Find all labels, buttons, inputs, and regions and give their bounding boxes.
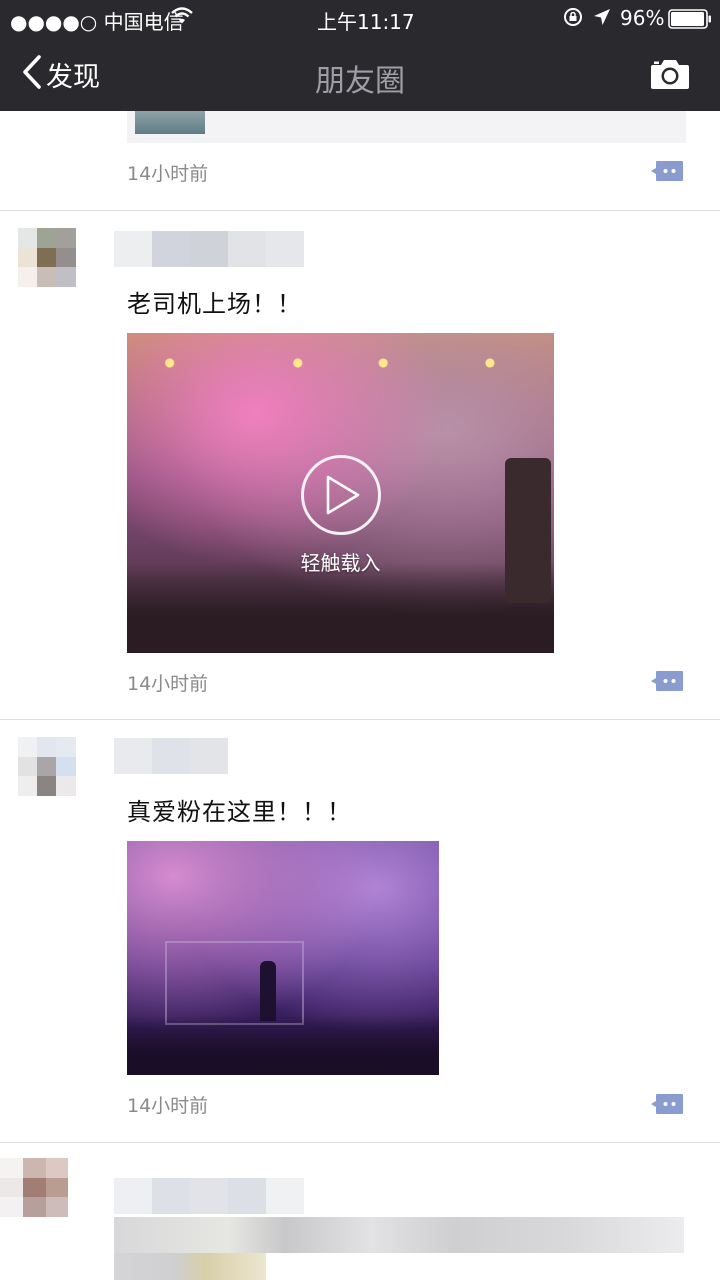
navigation-bar: 发现 朋友圈 bbox=[0, 36, 720, 111]
post-timestamp: 14小时前 bbox=[127, 1095, 209, 1117]
video-thumbnail[interactable]: 轻触载入 bbox=[127, 333, 554, 653]
rotation-lock-icon bbox=[563, 7, 583, 32]
status-bar: ●●●●○ 中国电信 上午11:17 96% bbox=[0, 0, 720, 36]
moment-post: 老司机上场！！ 轻触载入 14小时前 bbox=[0, 210, 720, 720]
avatar[interactable] bbox=[18, 228, 114, 326]
avatar[interactable] bbox=[18, 737, 114, 835]
tap-to-load-label: 轻触载入 bbox=[300, 551, 381, 575]
post-timestamp: 14小时前 bbox=[127, 673, 209, 695]
clock: 上午11:17 bbox=[317, 10, 415, 34]
battery-percent: 96% bbox=[620, 6, 665, 30]
battery-icon bbox=[668, 9, 712, 34]
post-text: 真爱粉在这里！！！ bbox=[127, 798, 352, 826]
comment-icon[interactable] bbox=[650, 160, 684, 182]
post-text: 老司机上场！！ bbox=[127, 290, 302, 318]
moment-post: 14小时前 bbox=[0, 111, 720, 211]
username[interactable] bbox=[114, 231, 304, 267]
location-icon bbox=[593, 7, 611, 31]
play-icon[interactable] bbox=[301, 455, 381, 535]
phone-silhouette bbox=[505, 458, 551, 603]
stage-screen bbox=[165, 941, 304, 1025]
comment-icon[interactable] bbox=[650, 1093, 684, 1115]
link-thumbnail bbox=[135, 111, 205, 134]
carrier-label: ●●●●○ 中国电信 bbox=[10, 10, 184, 34]
stage-lights bbox=[127, 343, 554, 383]
post-timestamp: 14小时前 bbox=[127, 163, 209, 185]
moment-post: 真爱粉在这里！！！ 14小时前 bbox=[0, 719, 720, 1143]
username[interactable] bbox=[114, 1178, 304, 1214]
crowd-silhouette bbox=[127, 1016, 439, 1075]
avatar[interactable] bbox=[0, 1158, 114, 1256]
crowd-silhouette bbox=[127, 563, 554, 653]
moment-post bbox=[0, 1142, 720, 1280]
moments-feed: 14小时前 老司机上场！！ 轻触载入 14小时前 真爱粉在这里！！！ 14小时前 bbox=[0, 111, 720, 1280]
camera-icon[interactable] bbox=[650, 58, 690, 90]
post-text-blurred bbox=[114, 1253, 266, 1280]
shared-link-card[interactable] bbox=[127, 111, 686, 143]
comment-icon[interactable] bbox=[650, 670, 684, 692]
page-title: 朋友圈 bbox=[315, 64, 405, 99]
wifi-icon bbox=[170, 6, 194, 31]
post-text-blurred bbox=[114, 1217, 684, 1253]
username[interactable] bbox=[114, 738, 228, 774]
photo-thumbnail[interactable] bbox=[127, 841, 439, 1075]
performer-silhouette bbox=[260, 961, 276, 1021]
